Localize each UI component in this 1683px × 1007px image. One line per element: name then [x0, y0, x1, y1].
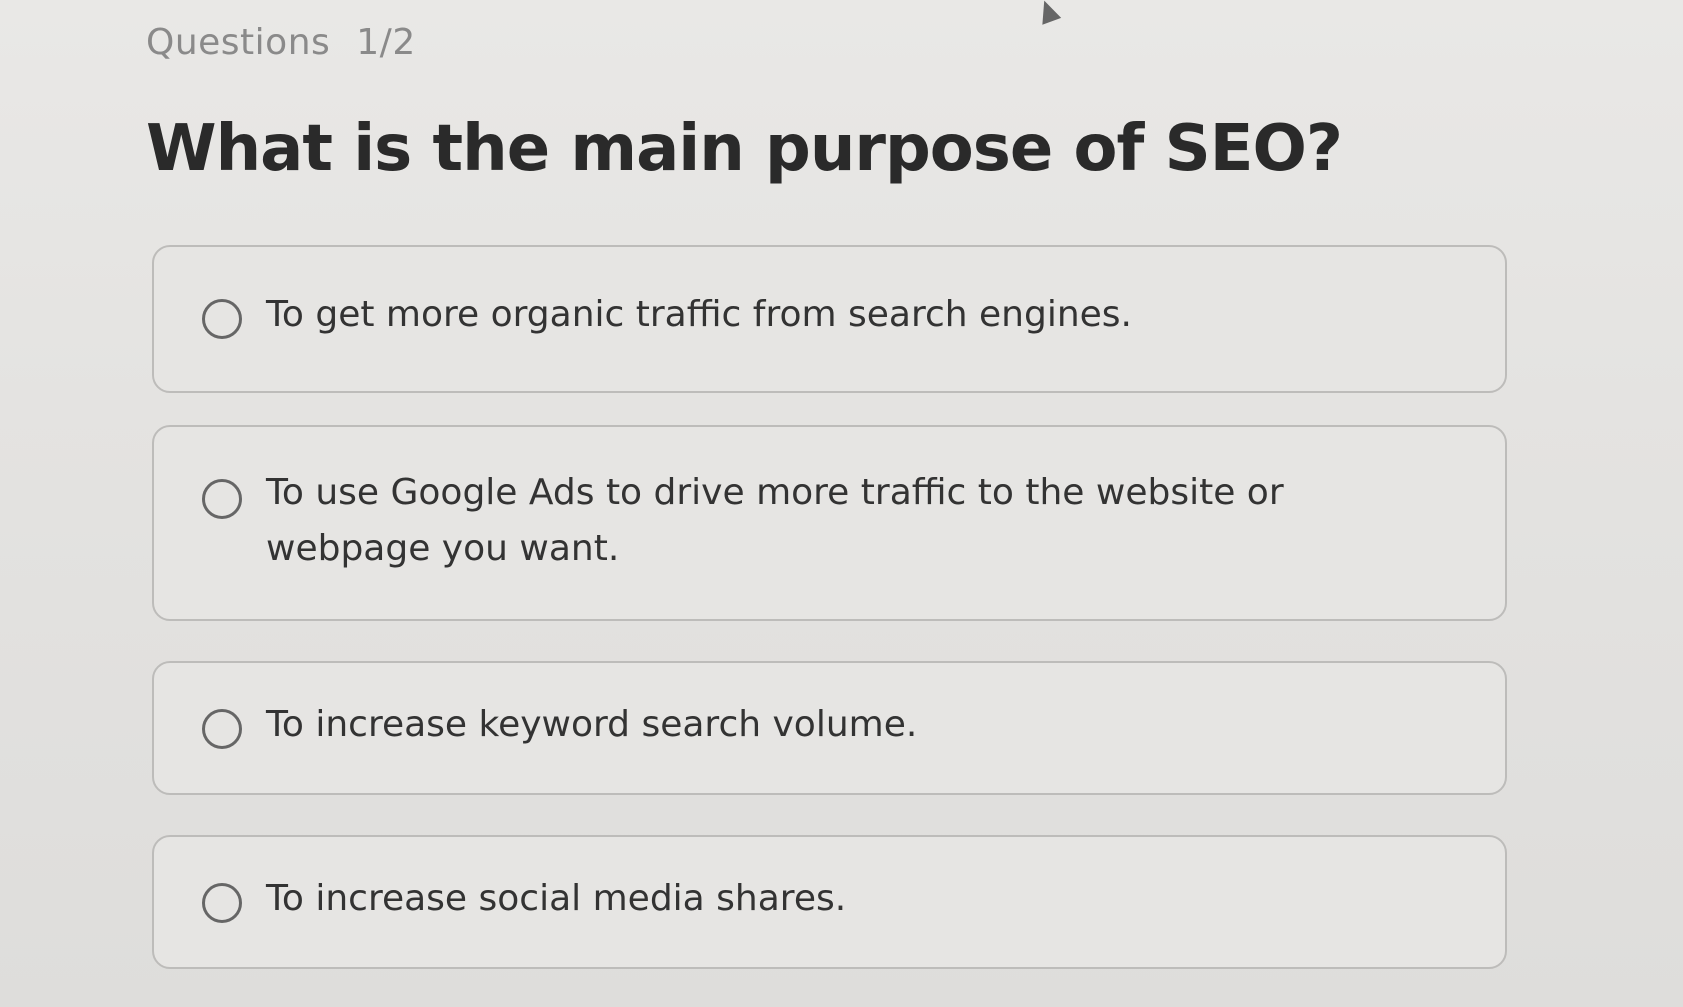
question-counter-label: Questions [146, 22, 331, 63]
question-counter: Questions 1/2 [146, 22, 416, 63]
answer-option-label: To get more organic traffic from search … [266, 294, 1133, 335]
answer-option[interactable]: To use Google Ads to drive more traffic … [152, 425, 1507, 621]
answer-option[interactable]: To increase keyword search volume. [152, 661, 1507, 795]
question-counter-value: 1/2 [356, 22, 416, 63]
answer-option-label: To use Google Ads to drive more traffic … [266, 472, 1284, 569]
radio-unselected-icon[interactable] [202, 479, 242, 519]
radio-unselected-icon[interactable] [202, 883, 242, 923]
quiz-screen: Questions 1/2 What is the main purpose of… [0, 0, 1683, 1007]
answer-option-label: To increase keyword search volume. [266, 704, 918, 745]
answer-option-label: To increase social media shares. [266, 878, 847, 919]
question-title: What is the main purpose of SEO? [146, 112, 1343, 186]
radio-unselected-icon[interactable] [202, 709, 242, 749]
mouse-cursor-icon [1034, 0, 1062, 25]
radio-unselected-icon[interactable] [202, 299, 242, 339]
answer-option[interactable]: To increase social media shares. [152, 835, 1507, 969]
answer-option[interactable]: To get more organic traffic from search … [152, 245, 1507, 393]
